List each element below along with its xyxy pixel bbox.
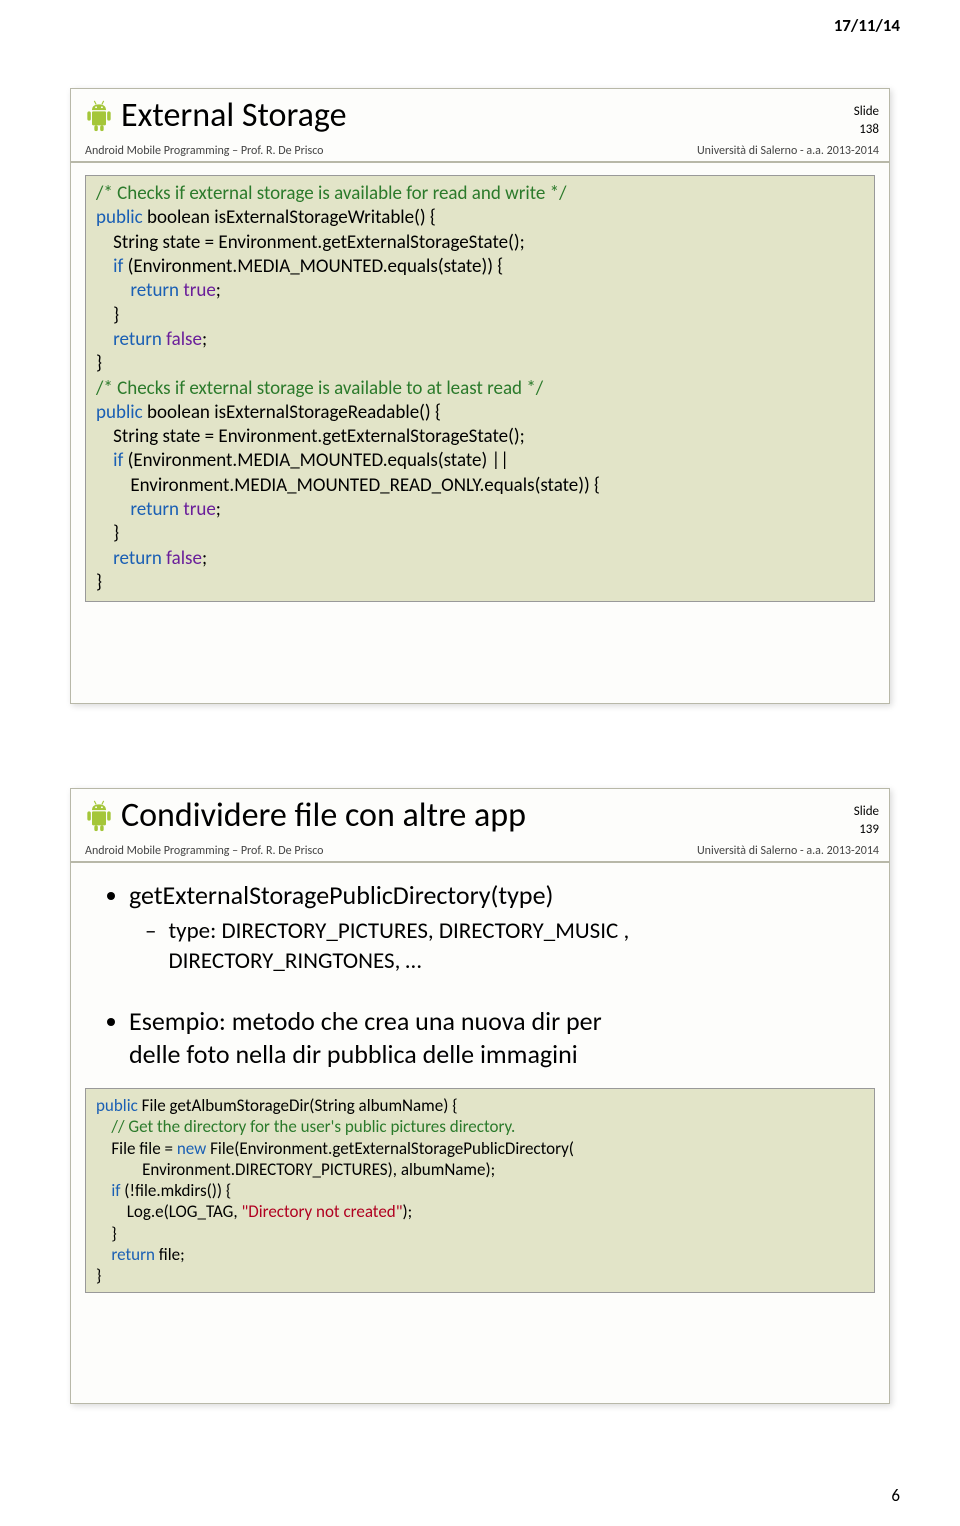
slide-title: Condividere file con altre app: [121, 795, 526, 836]
slide-title: External Storage: [121, 95, 347, 136]
code-line: (Environment.MEDIA_MOUNTED.equals(state)…: [123, 255, 503, 278]
bullet-text: getExternalStoragePublicDirectory(type): [129, 879, 553, 913]
code-line: if: [96, 255, 123, 278]
code-line: }: [96, 1223, 117, 1244]
slide-footer-left: Android Mobile Programming – Prof. R. De…: [85, 844, 324, 858]
slide-number: 139: [854, 821, 879, 839]
code-line: false: [162, 547, 202, 570]
page-number: 6: [891, 1485, 900, 1506]
code-line: // Get the directory for the user's publ…: [96, 1116, 515, 1137]
slide-label: Slide: [854, 103, 879, 121]
bullet-text: type: DIRECTORY_PICTURES, DIRECTORY_MUSI…: [168, 917, 629, 977]
code-line: );: [403, 1201, 413, 1222]
code-line: boolean isExternalStorageWritable() {: [143, 206, 436, 229]
bullet-dot-icon: [107, 892, 115, 900]
code-line: "Directory not created": [241, 1201, 402, 1222]
code-line: return: [96, 1244, 155, 1265]
code-line: }: [96, 571, 102, 594]
code-line: if: [96, 1180, 120, 1201]
code-line: Environment.MEDIA_MOUNTED_READ_ONLY.equa…: [96, 474, 600, 497]
slide-number-box: Slide 138: [854, 103, 879, 138]
code-line: ;: [202, 547, 207, 570]
slide-number: 138: [854, 121, 879, 139]
slide-label: Slide: [854, 803, 879, 821]
code-line: Environment.DIRECTORY_PICTURES), albumNa…: [96, 1159, 495, 1180]
code-line: return: [96, 498, 179, 521]
code-line: ;: [216, 498, 221, 521]
slide-number-box: Slide 139: [854, 803, 879, 838]
code-block: public File getAlbumStorageDir(String al…: [85, 1088, 875, 1293]
code-line: (Environment.MEDIA_MOUNTED.equals(state)…: [123, 449, 509, 472]
bullet-line: type: DIRECTORY_PICTURES, DIRECTORY_MUSI…: [168, 917, 629, 945]
code-line: File getAlbumStorageDir(String albumName…: [138, 1095, 458, 1116]
slide-footer-right: Università di Salerno - a.a. 2013-2014: [697, 144, 879, 158]
slide-footer-left: Android Mobile Programming – Prof. R. De…: [85, 144, 324, 158]
code-line: public: [96, 401, 143, 424]
bullet-line: Esempio: metodo che crea una nuova dir p…: [129, 1005, 602, 1037]
code-line: public: [96, 206, 143, 229]
bullet-area: getExternalStoragePublicDirectory(type) …: [71, 863, 889, 1072]
page-date: 17/11/14: [834, 15, 900, 36]
code-line: /* Checks if external storage is availab…: [96, 377, 543, 400]
bullet-dash-icon: –: [145, 917, 156, 977]
bullet-line: DIRECTORY_RINGTONES, …: [168, 947, 421, 975]
bullet-level1: Esempio: metodo che crea una nuova dir p…: [107, 1005, 859, 1073]
code-line: return: [96, 328, 162, 351]
code-line: /* Checks if external storage is availab…: [96, 182, 566, 205]
code-line: File(Environment.getExternalStoragePubli…: [206, 1138, 574, 1159]
code-line: String state = Environment.getExternalSt…: [96, 231, 525, 254]
code-line: ;: [202, 328, 207, 351]
code-line: (!file.mkdirs()) {: [120, 1180, 231, 1201]
slide-header: Condividere file con altre app Slide 139…: [71, 789, 889, 863]
code-line: File file =: [96, 1138, 177, 1159]
code-line: Log.e(LOG_TAG,: [96, 1201, 241, 1222]
code-line: boolean isExternalStorageReadable() {: [143, 401, 441, 424]
code-line: false: [162, 328, 202, 351]
code-line: public: [96, 1095, 138, 1116]
android-icon: [85, 799, 113, 833]
android-icon: [85, 99, 113, 133]
code-line: file;: [155, 1244, 185, 1265]
code-block: /* Checks if external storage is availab…: [85, 175, 875, 602]
code-line: }: [96, 352, 102, 375]
code-line: }: [96, 1265, 101, 1286]
code-line: return: [96, 547, 162, 570]
code-line: }: [96, 522, 119, 545]
slide-external-storage: External Storage Slide 138 Android Mobil…: [70, 88, 890, 704]
code-line: if: [96, 449, 123, 472]
code-line: String state = Environment.getExternalSt…: [96, 425, 525, 448]
bullet-dot-icon: [107, 1018, 115, 1026]
code-line: return: [96, 279, 179, 302]
slide-condividere-file: Condividere file con altre app Slide 139…: [70, 788, 890, 1404]
slide-footer-right: Università di Salerno - a.a. 2013-2014: [697, 844, 879, 858]
code-line: true: [179, 498, 216, 521]
bullet-level2: – type: DIRECTORY_PICTURES, DIRECTORY_MU…: [145, 917, 859, 977]
slide-header: External Storage Slide 138 Android Mobil…: [71, 89, 889, 163]
code-line: }: [96, 304, 119, 327]
bullet-text: Esempio: metodo che crea una nuova dir p…: [129, 1005, 602, 1073]
code-line: true: [179, 279, 216, 302]
code-line: new: [177, 1138, 206, 1159]
bullet-level1: getExternalStoragePublicDirectory(type): [107, 879, 859, 913]
bullet-line: delle foto nella dir pubblica delle imma…: [129, 1038, 578, 1070]
code-line: ;: [216, 279, 221, 302]
